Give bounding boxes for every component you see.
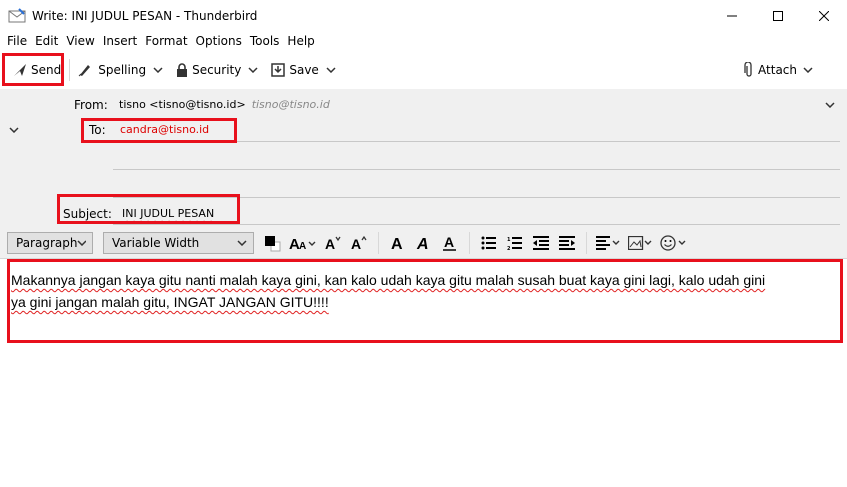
svg-text:A: A — [444, 234, 454, 250]
insert-smiley-button[interactable] — [659, 232, 689, 254]
numbered-list-icon: 12 — [507, 236, 522, 250]
svg-text:A: A — [416, 236, 429, 251]
close-button[interactable] — [801, 0, 847, 31]
thunderbird-compose-icon — [8, 7, 26, 22]
body-highlight-box — [7, 259, 843, 343]
from-alias: tisno@tisno.id — [251, 98, 330, 111]
svg-text:A: A — [391, 236, 403, 251]
subject-highlight-box — [57, 194, 240, 224]
smaller-text-button[interactable]: A — [322, 232, 344, 254]
format-toolbar: Paragraph Variable Width AA A A A A A 12 — [0, 227, 847, 258]
format-separator — [586, 231, 587, 254]
svg-text:1: 1 — [507, 237, 511, 243]
menu-file[interactable]: File — [4, 34, 30, 48]
from-select[interactable]: tisno <tisno@tisno.id> tisno@tisno.id — [119, 98, 330, 111]
svg-text:A: A — [351, 236, 361, 251]
larger-text-icon: A — [351, 235, 367, 251]
chevron-down-icon — [326, 67, 336, 73]
font-size-icon: AA — [289, 236, 316, 251]
paperclip-icon — [744, 62, 752, 77]
save-button[interactable]: Save — [267, 56, 322, 84]
format-separator — [469, 231, 470, 254]
underline-button[interactable]: A — [439, 232, 461, 254]
align-button[interactable] — [595, 232, 623, 254]
spelling-label: Spelling — [98, 63, 147, 77]
save-label: Save — [289, 63, 319, 77]
italic-icon: A — [416, 236, 429, 251]
format-separator — [378, 231, 379, 254]
lock-icon — [177, 63, 188, 77]
send-highlight-box — [2, 53, 64, 86]
to-highlight-box — [81, 118, 237, 143]
compose-toolbar: Send Spelling Security Save Attach — [0, 51, 847, 89]
insert-image-button[interactable] — [627, 232, 655, 254]
italic-button[interactable]: A — [413, 232, 435, 254]
menu-options[interactable]: Options — [193, 34, 245, 48]
spelling-dropdown[interactable] — [150, 67, 166, 73]
chevron-down-icon[interactable] — [825, 102, 835, 108]
indent-icon — [559, 235, 575, 250]
security-button[interactable]: Security — [172, 56, 245, 84]
menu-bar: File Edit View Insert Format Options Too… — [0, 31, 847, 51]
from-label: From: — [74, 98, 108, 112]
window-title: Write: INI JUDUL PESAN - Thunderbird — [32, 8, 258, 23]
minimize-button[interactable] — [709, 0, 755, 31]
close-icon — [819, 10, 829, 21]
menu-help[interactable]: Help — [284, 34, 317, 48]
recipient-type-chevron-icon[interactable] — [9, 127, 19, 133]
chevron-down-icon — [248, 67, 258, 73]
font-family-select[interactable]: Variable Width — [103, 231, 254, 254]
outdent-icon — [533, 235, 549, 250]
paragraph-format-value: Paragraph — [16, 235, 78, 250]
menu-format[interactable]: Format — [142, 34, 190, 48]
menu-insert[interactable]: Insert — [100, 34, 140, 48]
chevron-down-icon — [237, 239, 247, 246]
menu-tools[interactable]: Tools — [247, 34, 283, 48]
bullet-list-button[interactable] — [478, 232, 500, 254]
chevron-down-icon — [77, 239, 86, 246]
image-icon — [628, 235, 652, 250]
spelling-icon — [78, 65, 91, 77]
recipient-row-2[interactable] — [113, 169, 840, 170]
font-size-button[interactable]: AA — [288, 232, 318, 254]
paragraph-format-select[interactable]: Paragraph — [7, 231, 93, 254]
bold-icon: A — [391, 236, 403, 251]
indent-button[interactable] — [556, 232, 578, 254]
svg-text:A: A — [325, 236, 335, 251]
chevron-down-icon[interactable] — [803, 67, 813, 73]
svg-text:2: 2 — [507, 246, 511, 250]
title-bar: Write: INI JUDUL PESAN - Thunderbird — [0, 0, 847, 31]
attach-button[interactable]: Attach — [740, 56, 821, 84]
security-label: Security — [192, 63, 242, 77]
security-dropdown[interactable] — [245, 67, 261, 73]
bullet-list-icon — [481, 236, 496, 249]
toolbar-separator — [69, 59, 71, 81]
svg-text:A: A — [299, 241, 306, 251]
align-icon — [596, 235, 620, 250]
menu-edit[interactable]: Edit — [32, 34, 61, 48]
smiley-icon — [660, 234, 686, 251]
save-dropdown[interactable] — [323, 67, 339, 73]
chevron-down-icon — [153, 67, 163, 73]
text-color-icon — [265, 235, 281, 251]
spelling-button[interactable]: Spelling — [74, 56, 150, 84]
from-address: tisno <tisno@tisno.id> — [119, 98, 246, 111]
maximize-icon — [773, 10, 783, 21]
smaller-text-icon: A — [325, 236, 341, 251]
save-icon — [271, 63, 286, 77]
maximize-button[interactable] — [755, 0, 801, 31]
menu-view[interactable]: View — [63, 34, 97, 48]
font-family-value: Variable Width — [112, 235, 200, 250]
larger-text-button[interactable]: A — [348, 232, 370, 254]
minimize-icon — [727, 15, 737, 16]
text-color-button[interactable] — [262, 232, 284, 254]
subject-field-underline — [113, 224, 840, 225]
underline-icon: A — [443, 234, 456, 251]
outdent-button[interactable] — [530, 232, 552, 254]
numbered-list-button[interactable]: 12 — [504, 232, 526, 254]
bold-button[interactable]: A — [387, 232, 409, 254]
attach-label: Attach — [758, 63, 797, 77]
